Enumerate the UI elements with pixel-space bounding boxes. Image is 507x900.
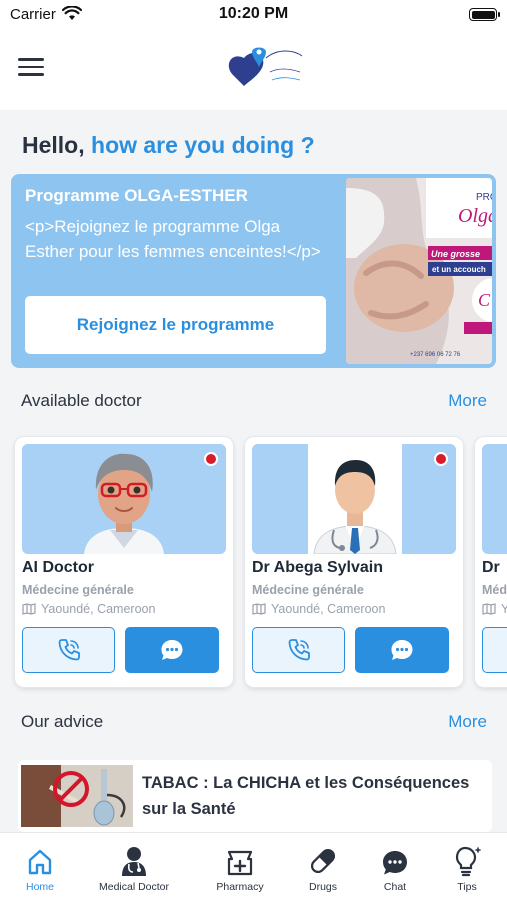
status-bar: Carrier 10:20 PM bbox=[0, 0, 507, 30]
banner-description: <p>Rejoignez le programme Olga Esther po… bbox=[25, 217, 321, 261]
advice-more-link[interactable]: More bbox=[448, 712, 487, 732]
advice-title: TABAC : La CHICHA et les Conséquences su… bbox=[142, 774, 470, 818]
advice-card[interactable]: TABAC : La CHICHA et les Conséquences su… bbox=[18, 760, 492, 832]
doctor-specialty: Médecine générale bbox=[22, 583, 134, 597]
doctor-location: Yaoundé, Cameroon bbox=[22, 602, 155, 616]
tab-medical-doctor[interactable]: Medical Doctor bbox=[89, 843, 179, 893]
doctor-location-text: Yaoundé, Cameroon bbox=[271, 602, 386, 616]
doctor-specialty: Méd bbox=[482, 583, 507, 597]
doctor-photo bbox=[22, 444, 226, 554]
doctors-more-link[interactable]: More bbox=[448, 391, 487, 411]
call-button[interactable] bbox=[252, 627, 345, 673]
tab-label: Home bbox=[25, 881, 54, 893]
doctor-name: Dr bbox=[482, 559, 500, 576]
promo-banner[interactable]: Programme OLGA-ESTHER <p>Rejoignez le pr… bbox=[11, 174, 496, 368]
doctor-location: Yaoundé, Cameroon bbox=[252, 602, 385, 616]
map-icon bbox=[482, 603, 496, 615]
tab-home[interactable]: Home bbox=[0, 843, 85, 893]
doctor-photo bbox=[252, 444, 456, 554]
home-icon bbox=[0, 843, 85, 877]
online-status-dot bbox=[204, 452, 218, 466]
our-advice-title: Our advice bbox=[21, 712, 104, 731]
online-status-dot bbox=[434, 452, 448, 466]
map-icon bbox=[22, 603, 36, 615]
battery-icon bbox=[469, 8, 500, 21]
doctor-card[interactable]: Dr Abega Sylvain Médecine générale Yaoun… bbox=[245, 437, 463, 687]
map-icon bbox=[252, 603, 266, 615]
phone-icon bbox=[288, 639, 310, 661]
banner-image-logo-text: Olga bbox=[458, 205, 492, 227]
join-program-button[interactable]: Rejoignez le programme bbox=[25, 296, 326, 354]
pharmacy-icon bbox=[195, 843, 285, 877]
doctor-name: AI Doctor bbox=[22, 559, 94, 576]
doctor-icon bbox=[89, 843, 179, 877]
app-logo bbox=[222, 44, 306, 90]
doctor-name: Dr Abega Sylvain bbox=[252, 559, 384, 576]
banner-image-phone: +237 696 06 72 76 bbox=[410, 352, 461, 358]
doctor-photo bbox=[482, 444, 507, 554]
tab-pharmacy[interactable]: Pharmacy bbox=[195, 843, 285, 893]
doctor-location-text: Yaoundé, Cameroon bbox=[41, 602, 156, 616]
banner-image-line2: et un accouch bbox=[432, 265, 486, 274]
chat-button[interactable] bbox=[355, 627, 449, 673]
greeting-question: how are you doing ? bbox=[91, 132, 315, 158]
advice-thumbnail bbox=[21, 765, 133, 827]
doctor-location-text: Y bbox=[501, 602, 507, 616]
tab-tips[interactable]: Tips bbox=[422, 843, 507, 893]
svg-text:PRO: PRO bbox=[476, 192, 492, 203]
greeting-hello: Hello, bbox=[22, 132, 85, 158]
banner-image: PRO Olga Une grosse et un accouch C +237… bbox=[346, 178, 492, 364]
chat-button[interactable] bbox=[125, 627, 219, 673]
chat-bubble-icon bbox=[391, 640, 413, 660]
app-screen: Carrier 10:20 PM Hello, how are you doin… bbox=[0, 0, 507, 900]
doctor-location: Y bbox=[482, 602, 507, 616]
chat-bubble-icon bbox=[161, 640, 183, 660]
bottom-tab-bar: Home Medical Doctor Pharmacy Drugs Chat bbox=[0, 832, 507, 900]
doctor-specialty: Médecine générale bbox=[252, 583, 364, 597]
call-button[interactable] bbox=[482, 627, 507, 673]
available-doctor-title: Available doctor bbox=[21, 391, 142, 410]
doctor-card[interactable]: AI Doctor Médecine générale Yaoundé, Cam… bbox=[15, 437, 233, 687]
tab-label: Medical Doctor bbox=[98, 881, 170, 893]
clock: 10:20 PM bbox=[218, 5, 289, 22]
lightbulb-icon bbox=[422, 843, 507, 877]
menu-icon[interactable] bbox=[18, 58, 44, 78]
tab-label: Tips bbox=[457, 881, 477, 893]
svg-text:C: C bbox=[478, 290, 491, 310]
tab-label: Pharmacy bbox=[216, 881, 264, 893]
phone-icon bbox=[58, 639, 80, 661]
app-header bbox=[0, 30, 507, 110]
call-button[interactable] bbox=[22, 627, 115, 673]
doctor-card[interactable]: Dr Méd Y bbox=[475, 437, 507, 687]
banner-title: Programme OLGA-ESTHER bbox=[25, 186, 248, 205]
banner-image-line1: Une grosse bbox=[431, 249, 480, 259]
greeting-title: Hello, how are you doing ? bbox=[22, 132, 315, 159]
